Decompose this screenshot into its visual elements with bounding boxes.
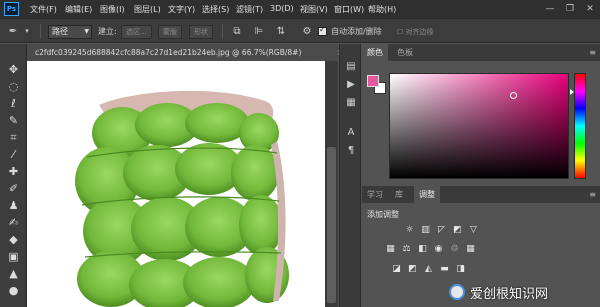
make-label: 建立: <box>98 27 117 36</box>
panel-menu-icon[interactable]: ≡ <box>589 44 596 61</box>
history-icon[interactable]: ▤ <box>344 60 358 74</box>
tab-learn[interactable]: 学习 <box>362 186 388 203</box>
posterize-icon[interactable]: ◩ <box>406 263 419 275</box>
gradient-map-icon[interactable]: ▬ <box>438 263 451 275</box>
vertical-scrollbar[interactable] <box>325 61 338 307</box>
tab-libraries[interactable]: 库 <box>390 186 408 203</box>
watermark-logo <box>449 284 465 300</box>
quick-select-icon[interactable]: ✎ <box>6 113 21 128</box>
paragraph-icon[interactable]: ¶ <box>344 144 358 158</box>
gear-icon[interactable]: ⚙ <box>300 24 314 39</box>
channel-mixer-icon[interactable]: ♲ <box>448 243 461 255</box>
selection-button[interactable]: 选区... <box>121 25 152 39</box>
history-brush-icon[interactable]: ✍ <box>6 215 21 230</box>
lasso-icon[interactable]: ℓ <box>6 96 21 111</box>
brush-icon[interactable]: ✐ <box>6 181 21 196</box>
menu-window[interactable]: 窗口(W) <box>334 4 364 15</box>
panel-menu-icon[interactable]: ≡ <box>589 186 596 203</box>
menu-type[interactable]: 文字(Y) <box>168 4 195 15</box>
chevron-down-icon: ▼ <box>84 28 89 35</box>
color-picker-field[interactable] <box>389 73 569 179</box>
eraser-icon[interactable]: ◆ <box>6 232 21 247</box>
menu-3d[interactable]: 3D(D) <box>270 4 294 13</box>
path-alignment-icon[interactable]: ⊫ <box>252 24 266 39</box>
document-tab-bar: c2fdfc039245d688842cfc88a7c27d1ed21b24eb… <box>27 44 338 61</box>
photoshop-logo: Ps <box>4 2 19 16</box>
menu-filter[interactable]: 滤镜(T) <box>236 4 263 15</box>
eyedropper-icon[interactable]: ⁄ <box>6 147 21 162</box>
tab-color[interactable]: 颜色 <box>362 44 388 61</box>
auto-add-delete-checkbox[interactable] <box>318 25 327 36</box>
selective-color-icon[interactable]: ◨ <box>454 263 467 275</box>
options-bar: ✒ ▾ 路径 ▼ 建立: 选区... 蒙版 形状 ⧉ ⊫ ⇅ ⚙ 自动添加/删除… <box>0 18 600 43</box>
align-edges-label: 对齐边缘 <box>405 28 434 36</box>
color-balance-icon[interactable]: ⚖ <box>400 243 413 255</box>
menu-bar: Ps 文件(F) 编辑(E) 图像(I) 图层(L) 文字(Y) 选择(S) 滤… <box>0 0 600 18</box>
levels-icon[interactable]: ▥ <box>419 224 432 236</box>
color-picker-ring[interactable] <box>510 92 517 99</box>
color-panel <box>362 61 600 186</box>
menu-view[interactable]: 视图(V) <box>300 4 328 15</box>
path-operations-icon[interactable]: ⧉ <box>230 24 244 39</box>
divider <box>40 24 41 39</box>
add-adjustment-title: 添加调整 <box>367 210 399 219</box>
photo-filter-icon[interactable]: ◉ <box>432 243 445 255</box>
mode-select[interactable]: 路径 ▼ <box>48 25 92 39</box>
adjustments-panel-tabs: 学习 库 调整 ≡ <box>362 186 600 203</box>
healing-icon[interactable]: ✚ <box>6 164 21 179</box>
mode-select-value: 路径 <box>52 27 68 36</box>
stamp-icon[interactable]: ♟ <box>6 198 21 213</box>
menu-select[interactable]: 选择(S) <box>202 4 229 15</box>
auto-add-delete-label: 自动添加/删除 <box>331 27 382 36</box>
foreground-color-swatch[interactable] <box>367 75 379 87</box>
watermark-text: 爱创根知识网 <box>470 287 549 302</box>
divider <box>222 24 223 39</box>
restore-icon[interactable]: ❐ <box>562 2 578 16</box>
black-white-icon[interactable]: ◧ <box>416 243 429 255</box>
image-canvas[interactable] <box>27 61 325 307</box>
right-panels: 颜色 色板 ≡ 学习 库 调整 ≡ 添加调整 ☼ ▥ ◸ ◩ ▽ ▦ ⚖ ◧ ◉… <box>362 44 600 307</box>
gradient-icon[interactable]: ▣ <box>6 249 21 264</box>
color-lookup-icon[interactable]: ▦ <box>464 243 477 255</box>
document-tab[interactable]: c2fdfc039245d688842cfc88a7c27d1ed21b24eb… <box>27 44 338 61</box>
mask-button[interactable]: 蒙版 <box>158 25 182 39</box>
threshold-icon[interactable]: ◭ <box>422 263 435 275</box>
invert-icon[interactable]: ◪ <box>390 263 403 275</box>
tools-panel: ✥ ◌ ℓ ✎ ⌗ ⁄ ✚ ✐ ♟ ✍ ◆ ▣ ▲ ● <box>0 44 27 307</box>
tab-adjustments[interactable]: 调整 <box>414 186 440 203</box>
path-arrangement-icon[interactable]: ⇅ <box>274 24 288 39</box>
menu-file[interactable]: 文件(F) <box>30 4 57 15</box>
align-edges-checkbox[interactable]: ☐ 对齐边缘 <box>392 25 439 39</box>
close-icon[interactable]: ✕ <box>582 2 598 16</box>
hue-slider[interactable] <box>574 73 586 179</box>
vibrance-icon[interactable]: ▽ <box>467 224 480 236</box>
properties-icon[interactable]: ▦ <box>344 96 358 110</box>
shape-button[interactable]: 形状 <box>189 25 213 39</box>
chevron-down-icon[interactable]: ▾ <box>20 24 34 39</box>
green-quilt-image <box>75 90 289 307</box>
move-icon[interactable]: ✥ <box>6 62 21 77</box>
character-icon[interactable]: A <box>344 126 358 140</box>
play-icon[interactable]: ▶ <box>344 78 358 92</box>
dodge-icon[interactable]: ● <box>6 283 21 298</box>
hue-saturation-icon[interactable]: ▦ <box>384 243 397 255</box>
collapsed-panels-strip: ▤ ▶ ▦ A ¶ <box>339 44 361 307</box>
blur-icon[interactable]: ▲ <box>6 266 21 281</box>
pen-tool-preset-icon[interactable]: ✒ <box>6 24 20 39</box>
exposure-icon[interactable]: ◩ <box>451 224 464 236</box>
menu-help[interactable]: 帮助(H) <box>368 4 396 15</box>
marquee-icon[interactable]: ◌ <box>6 79 21 94</box>
brightness-contrast-icon[interactable]: ☼ <box>403 224 416 236</box>
menu-layer[interactable]: 图层(L) <box>134 4 161 15</box>
color-panel-tabs: 颜色 色板 ≡ <box>362 44 600 61</box>
minimize-icon[interactable]: — <box>542 2 558 16</box>
curves-icon[interactable]: ◸ <box>435 224 448 236</box>
scrollbar-thumb[interactable] <box>327 147 336 303</box>
tab-swatches[interactable]: 色板 <box>392 44 418 61</box>
crop-icon[interactable]: ⌗ <box>6 130 21 145</box>
document-workspace <box>27 61 338 307</box>
menu-edit[interactable]: 编辑(E) <box>65 4 92 15</box>
menu-image[interactable]: 图像(I) <box>100 4 125 15</box>
